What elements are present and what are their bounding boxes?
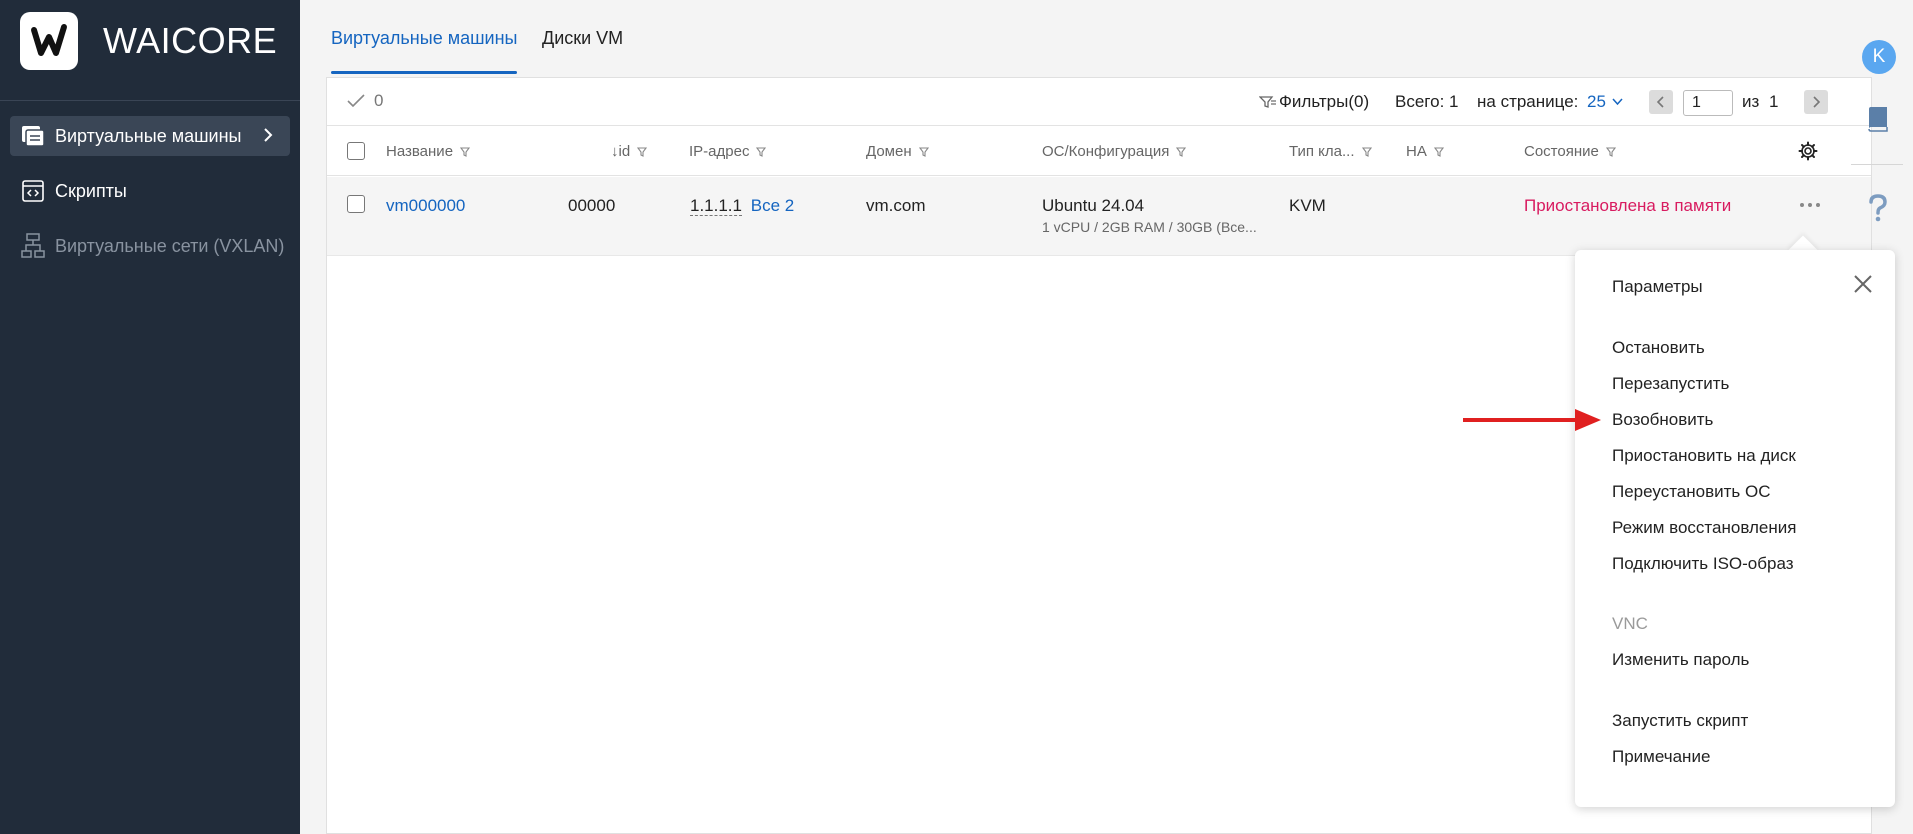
logo-w-icon xyxy=(31,24,67,56)
vm-os: Ubuntu 24.04 xyxy=(1042,196,1145,215)
filter-funnel-icon xyxy=(1176,146,1187,157)
column-header-name[interactable]: Название xyxy=(386,143,471,160)
column-header-type[interactable]: Тип кла... xyxy=(1289,143,1372,160)
column-header-id[interactable]: ↓id xyxy=(611,143,648,160)
vm-ip[interactable]: 1.1.1.1 xyxy=(690,196,742,216)
red-arrow-icon xyxy=(1463,409,1601,431)
dot xyxy=(1800,203,1804,207)
vm-id: 00000 xyxy=(568,196,616,215)
vm-ip-cell: 1.1.1.1 Все 2 xyxy=(690,196,794,216)
column-header-status[interactable]: Состояние xyxy=(1524,143,1616,160)
sidebar-item-label: Виртуальные машины xyxy=(55,125,242,146)
column-header-ha[interactable]: HA xyxy=(1406,143,1444,160)
filter-funnel-icon xyxy=(1433,146,1444,157)
filter-funnel-icon xyxy=(460,146,471,157)
help-icon[interactable] xyxy=(1868,194,1888,222)
sidebar-item-virtual-machines[interactable]: Виртуальные машины xyxy=(10,116,290,156)
menu-item-parameters[interactable]: Параметры xyxy=(1612,277,1703,297)
table-header: Название ↓id IP-адрес Домен ОС/Конфигура… xyxy=(327,126,1871,176)
menu-item-resume[interactable]: Возобновить xyxy=(1612,410,1713,430)
chevron-right-icon xyxy=(264,128,273,142)
select-all-checkbox[interactable] xyxy=(347,142,365,160)
vm-type: KVM xyxy=(1289,196,1326,215)
script-icon xyxy=(20,178,46,204)
network-icon xyxy=(20,233,46,259)
column-header-os[interactable]: ОС/Конфигурация xyxy=(1042,143,1187,160)
menu-item-suspend-to-disk[interactable]: Приостановить на диск xyxy=(1612,446,1796,466)
vm-status: Приостановлена в памяти xyxy=(1524,196,1732,215)
menu-item-attach-iso[interactable]: Подключить ISO-образ xyxy=(1612,554,1794,574)
active-tab-indicator xyxy=(331,71,517,74)
sidebar-item-scripts[interactable]: Скрипты xyxy=(10,171,290,211)
menu-item-stop[interactable]: Остановить xyxy=(1612,338,1705,358)
page-total: 1 xyxy=(1769,92,1779,111)
vm-ip-all-link[interactable]: Все 2 xyxy=(751,196,794,215)
filter-icon xyxy=(1259,96,1276,108)
per-page-value: 25 xyxy=(1587,92,1606,111)
row-actions-button[interactable] xyxy=(1795,195,1825,215)
dot xyxy=(1808,203,1812,207)
vm-config: 1 vCPU / 2GB RAM / 30GB (Все... xyxy=(1042,219,1257,235)
sidebar: WAICORE Виртуальные машины Скрипты Вирту… xyxy=(0,0,300,834)
next-page-button[interactable] xyxy=(1804,90,1828,114)
filters-label: Фильтры(0) xyxy=(1279,92,1370,111)
tab-virtual-machines[interactable]: Виртуальные машины xyxy=(331,28,517,49)
filter-funnel-icon xyxy=(918,146,929,157)
vm-actions-menu: Параметры Остановить Перезапустить Возоб… xyxy=(1575,250,1895,807)
per-page-label: на странице: xyxy=(1477,92,1579,111)
total-count: Всего: 1 xyxy=(1395,92,1459,111)
column-header-ip[interactable]: IP-адрес xyxy=(689,143,767,160)
filter-funnel-icon xyxy=(637,146,648,157)
page-of-label: из xyxy=(1742,92,1760,111)
vm-domain: vm.com xyxy=(866,196,926,215)
sidebar-divider xyxy=(0,100,300,101)
column-header-domain[interactable]: Домен xyxy=(866,143,929,160)
brand-logo[interactable] xyxy=(20,12,78,70)
table-toolbar: 0 Фильтры(0) Всего: 1 на странице: 25 из… xyxy=(327,78,1871,126)
per-page-select[interactable]: 25 xyxy=(1587,92,1623,112)
filter-funnel-icon xyxy=(756,146,767,157)
vm-list-icon xyxy=(20,123,46,149)
filters-button[interactable]: Фильтры(0) xyxy=(1259,92,1369,112)
menu-item-recovery-mode[interactable]: Режим восстановления xyxy=(1612,518,1796,538)
sidebar-item-label: Скрипты xyxy=(55,180,127,201)
check-icon xyxy=(347,94,365,108)
user-avatar[interactable]: K xyxy=(1862,40,1896,74)
filter-funnel-icon xyxy=(1605,146,1616,157)
close-icon[interactable] xyxy=(1851,272,1875,296)
rail-divider xyxy=(1851,164,1903,165)
menu-item-vnc: VNC xyxy=(1612,614,1648,633)
book-icon[interactable] xyxy=(1866,106,1890,132)
chevron-left-icon xyxy=(1656,96,1664,108)
gear-icon[interactable] xyxy=(1798,141,1818,161)
tab-vm-disks[interactable]: Диски VM xyxy=(542,28,623,49)
sidebar-item-label: Виртуальные сети (VXLAN) xyxy=(55,235,285,256)
table-row[interactable]: vm000000 00000 1.1.1.1 Все 2 vm.com Ubun… xyxy=(327,177,1871,256)
dot xyxy=(1816,203,1820,207)
prev-page-button[interactable] xyxy=(1649,90,1673,114)
chevron-right-icon xyxy=(1813,96,1821,108)
menu-item-note[interactable]: Примечание xyxy=(1612,747,1710,767)
row-checkbox[interactable] xyxy=(347,195,365,213)
filter-funnel-icon xyxy=(1361,146,1372,157)
sidebar-item-virtual-networks[interactable]: Виртуальные сети (VXLAN) xyxy=(10,226,290,266)
chevron-down-icon xyxy=(1612,98,1623,106)
selected-count: 0 xyxy=(347,91,383,111)
menu-item-reinstall-os[interactable]: Переустановить ОС xyxy=(1612,482,1771,502)
page-number-input[interactable] xyxy=(1683,90,1733,116)
menu-item-change-password[interactable]: Изменить пароль xyxy=(1612,650,1749,670)
menu-item-restart[interactable]: Перезапустить xyxy=(1612,374,1729,394)
selected-count-value: 0 xyxy=(374,91,384,110)
menu-item-run-script[interactable]: Запустить скрипт xyxy=(1612,711,1748,731)
vm-name-link[interactable]: vm000000 xyxy=(386,196,465,216)
brand-name: WAICORE xyxy=(103,20,278,61)
